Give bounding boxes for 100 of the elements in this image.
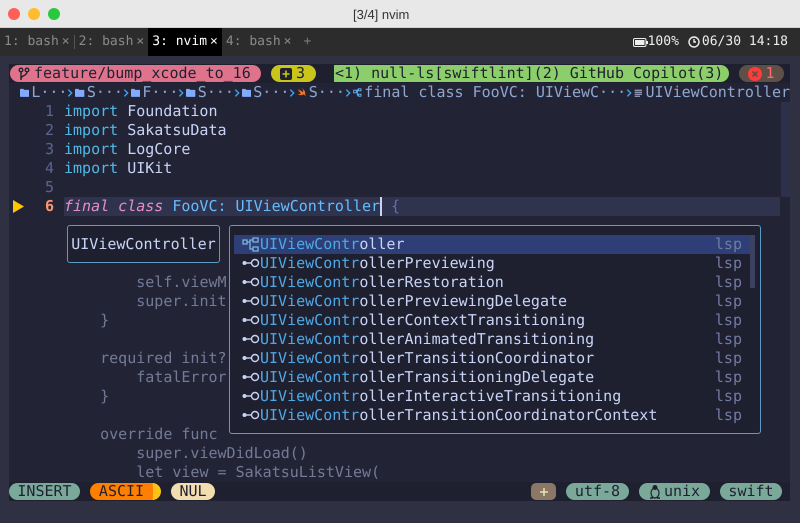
- clock-text: 06/30 14:18: [702, 33, 788, 52]
- completion-source: lsp: [714, 292, 742, 311]
- code-line: fatalError: [135, 368, 227, 386]
- breadcrumb-item[interactable]: S···: [198, 83, 234, 102]
- input-method-indicator: ASCII: [90, 483, 161, 500]
- code-line: let view = SakatsuListView(: [135, 463, 380, 481]
- completion-label: UIViewControllerInteractiveTransitioning: [260, 387, 622, 406]
- code-line: required init?: [99, 349, 227, 367]
- code-token: LogCore: [127, 140, 190, 159]
- completion-item[interactable]: UIViewControllerTransitioningDelegate lsp: [234, 368, 750, 387]
- completion-source: lsp: [714, 406, 742, 425]
- code-token: import: [64, 140, 118, 159]
- code-token: UIKit: [127, 159, 172, 178]
- battery-icon: [632, 38, 648, 46]
- error-count-badge: 1: [739, 65, 784, 82]
- lsp-status: <1) null-ls[swiftlint](2) GitHub Copilot(3): [334, 65, 729, 82]
- completion-label: UIViewControllerAnimatedTransitioning: [260, 330, 594, 349]
- code-token: import: [64, 159, 118, 178]
- line-number: 3: [44, 140, 54, 159]
- line-number: 2: [44, 121, 54, 140]
- folder-icon: [20, 86, 30, 99]
- signature-hint: UIViewController: [67, 225, 220, 263]
- scrollbar-thumb[interactable]: [750, 235, 755, 288]
- code-token: import: [64, 121, 118, 140]
- completion-source: lsp: [714, 368, 742, 387]
- breadcrumb-item[interactable]: S···: [308, 83, 345, 102]
- line-number: 1: [44, 102, 54, 121]
- close-tab-button[interactable]: ×: [136, 32, 144, 52]
- completion-item[interactable]: UIViewControllerTransitionCoordinator lsp: [234, 349, 750, 368]
- code-token: SakatsuData: [127, 121, 227, 140]
- close-tab-button[interactable]: ×: [210, 32, 218, 52]
- line-number: 6: [44, 197, 54, 216]
- file-format-indicator: unix: [639, 483, 710, 500]
- completion-item[interactable]: UIViewControllerContextTransitioning lsp: [234, 311, 750, 330]
- completion-label: UIViewController: [260, 235, 404, 254]
- completion-source: lsp: [714, 273, 742, 292]
- code-token: UIViewController: [236, 197, 382, 216]
- code-line: }: [99, 311, 110, 329]
- close-window-button[interactable]: [8, 8, 20, 20]
- code-token: import: [64, 102, 118, 121]
- error-icon: [748, 66, 762, 80]
- close-tab-button[interactable]: ×: [62, 32, 70, 52]
- completion-item[interactable]: UIViewControllerTransitionCoordinatorContext lsp: [234, 406, 750, 425]
- code-line: }: [99, 387, 110, 405]
- completion-label: UIViewControllerContextTransitioning: [260, 311, 586, 330]
- folder-icon: [75, 86, 85, 99]
- terminal-tab[interactable]: 4: bash ×: [222, 28, 296, 56]
- plus-square-icon: [280, 68, 292, 80]
- completion-source: lsp: [714, 254, 742, 273]
- clock-icon: [688, 36, 700, 48]
- zoom-window-button[interactable]: [48, 8, 60, 20]
- character-indicator: NUL: [171, 483, 215, 500]
- breadcrumb-item[interactable]: final class FooVC: UIViewC···: [364, 83, 626, 102]
- folder-icon: [186, 86, 196, 99]
- class-structure-icon: [352, 86, 362, 99]
- folder-icon: [130, 86, 140, 99]
- code-line: super.init: [135, 292, 227, 310]
- completion-label: UIViewControllerTransitionCoordinatorContext: [260, 406, 658, 425]
- code-line: super.viewDidLoad(): [135, 444, 308, 462]
- plus-icon: [538, 486, 548, 496]
- code-token: final class: [64, 197, 164, 216]
- new-tab-button[interactable]: +: [296, 32, 320, 52]
- encoding-indicator: utf-8: [566, 483, 629, 500]
- battery-level: 100%: [648, 33, 679, 52]
- added-count-badge: 3: [271, 65, 316, 82]
- completion-item[interactable]: UIViewControllerInteractiveTransitioning lsp: [234, 387, 750, 406]
- completion-item[interactable]: UIViewControllerRestoration lsp: [234, 273, 750, 292]
- class-structure-icon: [242, 237, 260, 252]
- completion-item[interactable]: UIViewControllerPreviewing lsp: [234, 254, 750, 273]
- completion-label: UIViewControllerPreviewing: [260, 254, 495, 273]
- completion-item[interactable]: UIViewControllerAnimatedTransitioning lsp: [234, 330, 750, 349]
- breadcrumb-item[interactable]: S···: [253, 83, 290, 102]
- completion-item[interactable]: UIViewController lsp: [234, 235, 750, 254]
- completion-item[interactable]: UIViewControllerPreviewingDelegate lsp: [234, 292, 750, 311]
- filetype-indicator: swift: [720, 483, 782, 500]
- completion-source: lsp: [714, 349, 742, 368]
- completion-label: UIViewControllerTransitionCoordinator: [260, 349, 594, 368]
- completion-label: UIViewControllerTransitioningDelegate: [260, 368, 594, 387]
- completion-source: lsp: [714, 387, 742, 406]
- code-token: Foundation: [127, 102, 218, 121]
- code-token: FooVC:: [172, 197, 227, 216]
- completion-label: UIViewControllerPreviewingDelegate: [260, 292, 568, 311]
- terminal-tab[interactable]: 3: nvim ×: [148, 28, 222, 56]
- git-branch-badge: feature/bump_xcode_to_16: [10, 65, 261, 82]
- breadcrumb-item[interactable]: S···: [86, 83, 123, 102]
- mode-indicator: INSERT: [9, 483, 80, 500]
- line-number: 5: [44, 178, 54, 197]
- terminal-tab[interactable]: 1: bash ×: [0, 28, 74, 56]
- minimize-window-button[interactable]: [28, 8, 40, 20]
- terminal-tab[interactable]: 2: bash ×: [74, 28, 148, 56]
- close-tab-button[interactable]: ×: [284, 32, 292, 52]
- completion-label: UIViewControllerRestoration: [260, 273, 504, 292]
- code-line: override func: [99, 425, 218, 443]
- code-token: {: [391, 197, 400, 216]
- completion-source: lsp: [714, 330, 742, 349]
- breadcrumb-item[interactable]: L···: [31, 83, 68, 102]
- completion-source: lsp: [714, 235, 742, 254]
- breadcrumb-item[interactable]: F···: [142, 83, 178, 102]
- current-line-marker-icon: [12, 200, 24, 213]
- breadcrumb-item[interactable]: UIViewController: [646, 83, 790, 102]
